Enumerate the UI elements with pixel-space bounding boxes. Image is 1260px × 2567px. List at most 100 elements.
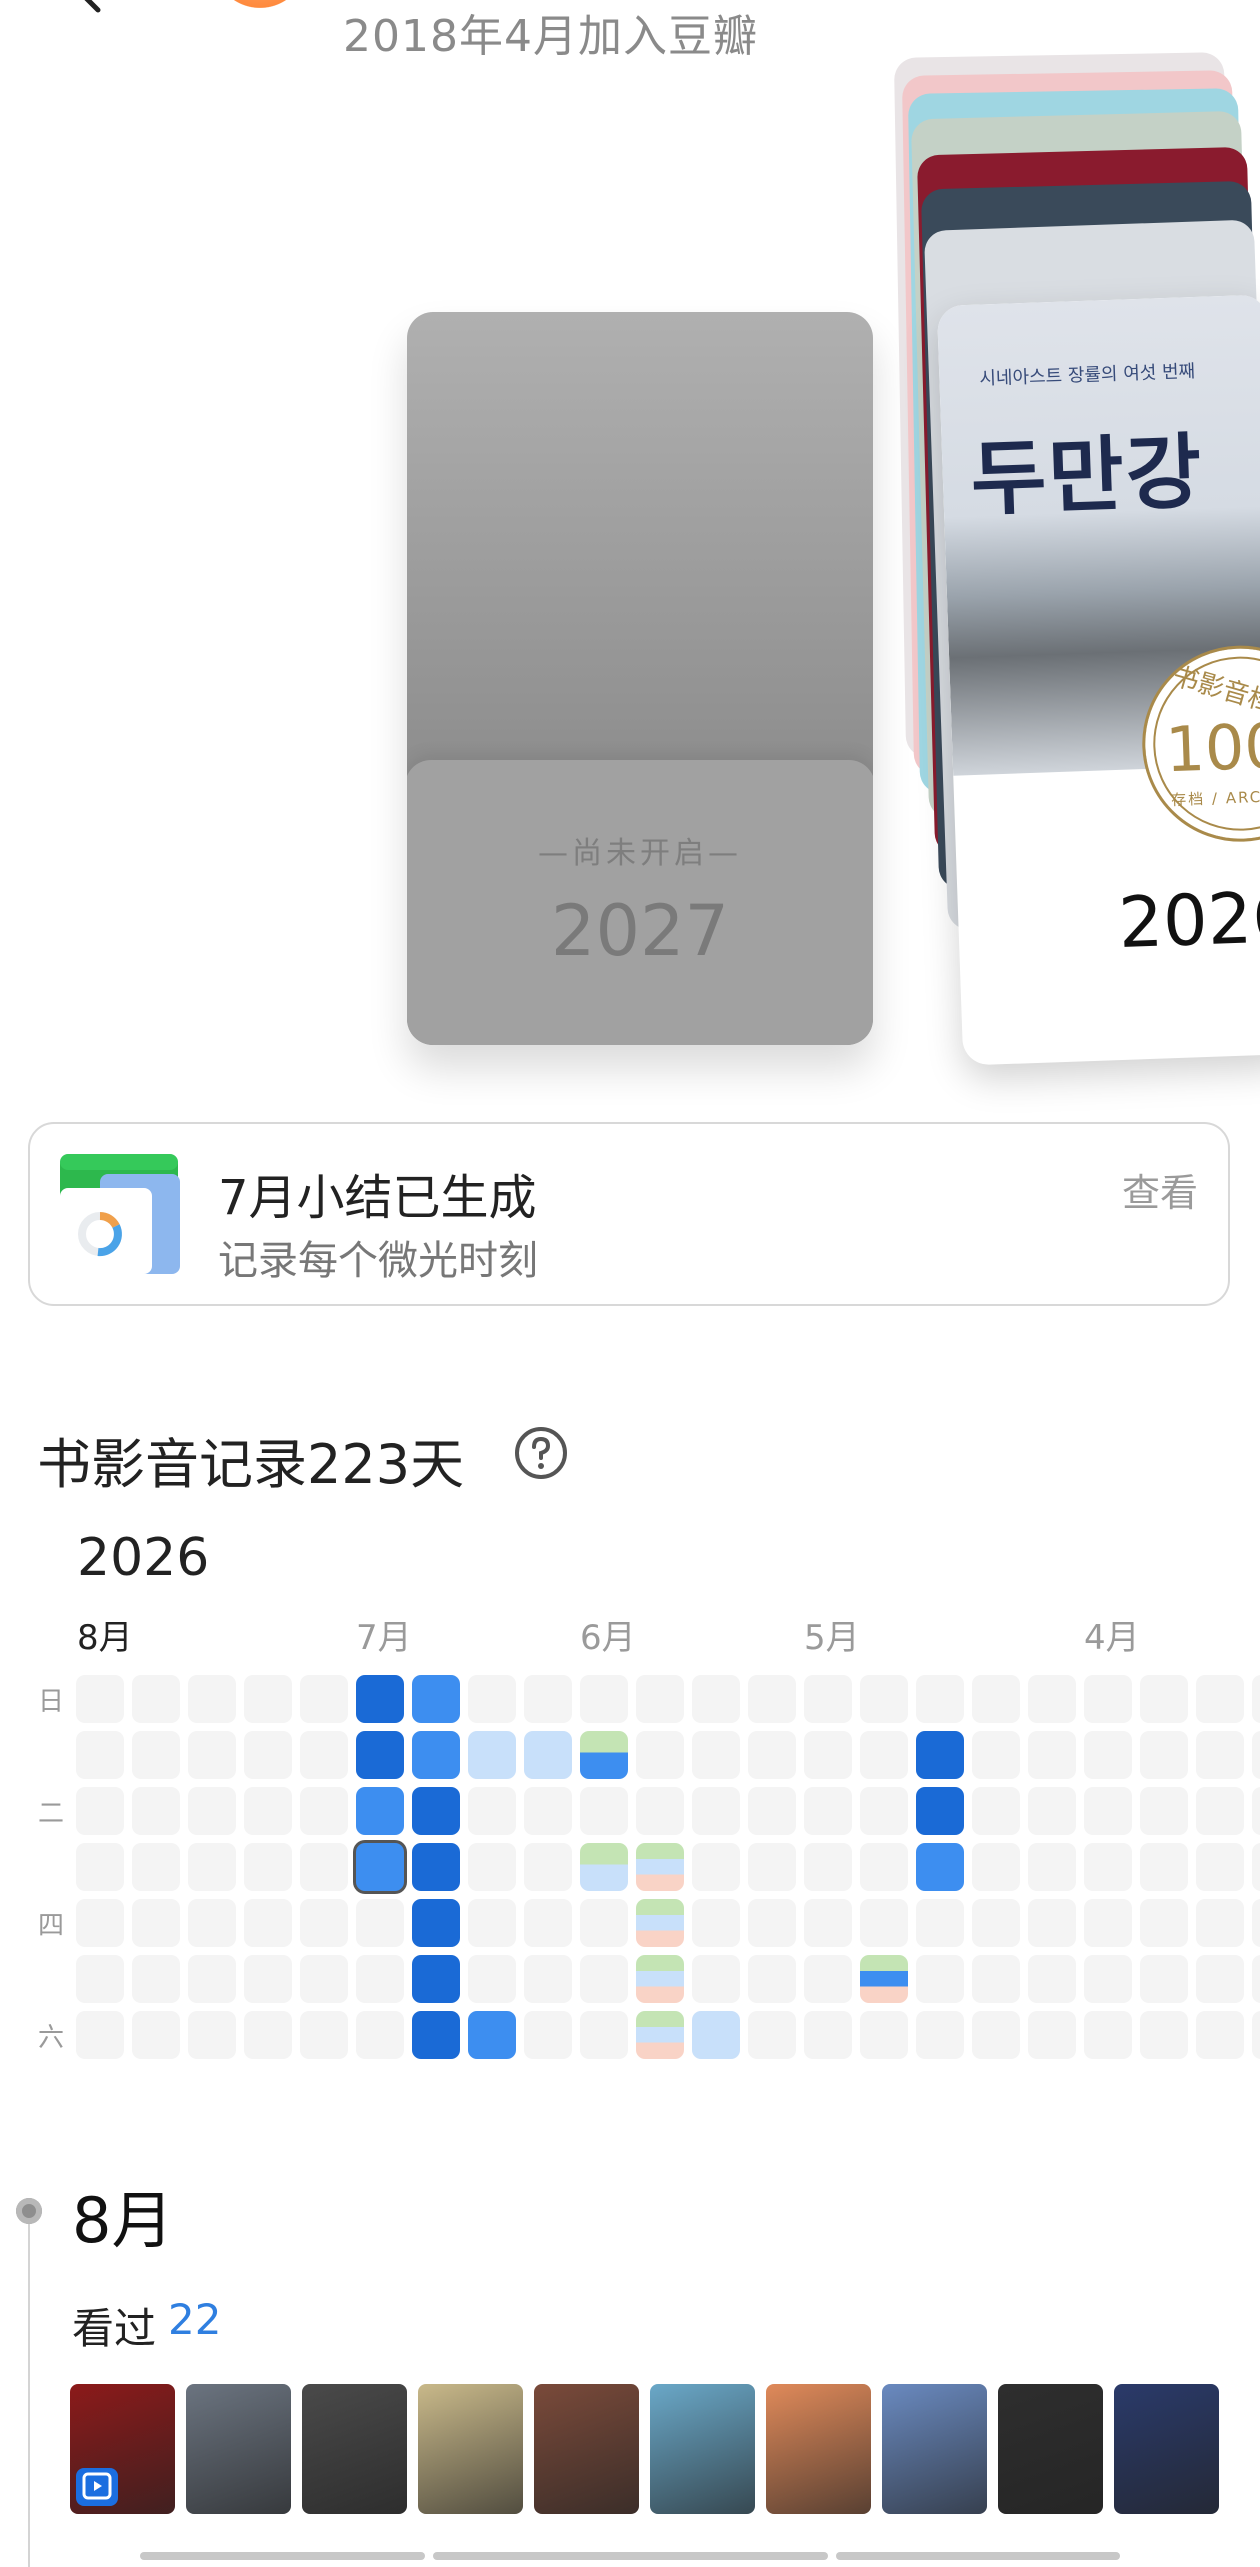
back-button[interactable]	[60, 0, 120, 20]
heatmap-cell[interactable]	[468, 1675, 516, 1723]
heatmap-cell[interactable]	[1196, 1899, 1244, 1947]
heatmap-cell[interactable]	[244, 1675, 292, 1723]
heatmap-cell[interactable]	[636, 1955, 684, 2003]
heatmap-cell[interactable]	[972, 1731, 1020, 1779]
heatmap-cell[interactable]	[580, 2011, 628, 2059]
heatmap-cell[interactable]	[1028, 1843, 1076, 1891]
poster-thumbnail[interactable]	[650, 2384, 755, 2514]
heatmap-cell[interactable]	[916, 1843, 964, 1891]
heatmap-cell[interactable]	[412, 2011, 460, 2059]
heatmap-cell[interactable]	[524, 1955, 572, 2003]
help-icon[interactable]	[513, 1425, 569, 1481]
heatmap-cell[interactable]	[76, 1899, 124, 1947]
year-card-2026-stack[interactable]: 시네아스트 장률의 여섯 번째 두만강 书影音档案 100 存档 / ARCHI…	[893, 52, 1260, 1066]
heatmap-cell[interactable]	[580, 1787, 628, 1835]
heatmap-cell[interactable]	[1140, 1787, 1188, 1835]
heatmap-cell[interactable]	[524, 1899, 572, 1947]
heatmap-cell[interactable]	[972, 1955, 1020, 2003]
heatmap-cell[interactable]	[580, 1899, 628, 1947]
heatmap-cell[interactable]	[188, 1955, 236, 2003]
heatmap-cell[interactable]	[244, 1955, 292, 2003]
heatmap-cell[interactable]	[1252, 1955, 1260, 2003]
heatmap-cell[interactable]	[972, 1675, 1020, 1723]
heatmap-cell[interactable]	[1084, 1899, 1132, 1947]
heatmap-cell[interactable]	[860, 1899, 908, 1947]
heatmap-cell[interactable]	[188, 1675, 236, 1723]
heatmap-cell[interactable]	[972, 1843, 1020, 1891]
heatmap-cell[interactable]	[468, 1787, 516, 1835]
heatmap-cell[interactable]	[916, 1787, 964, 1835]
poster-thumbnail[interactable]	[1114, 2384, 1219, 2514]
heatmap-cell[interactable]	[692, 1955, 740, 2003]
heatmap-cell[interactable]	[804, 1731, 852, 1779]
heatmap-cell[interactable]	[1140, 2011, 1188, 2059]
heatmap-cell[interactable]	[132, 1731, 180, 1779]
heatmap-cell[interactable]	[468, 1731, 516, 1779]
heatmap-cell[interactable]	[468, 1899, 516, 1947]
heatmap-cell[interactable]	[524, 2011, 572, 2059]
heatmap-cell[interactable]	[1252, 1675, 1260, 1723]
heatmap-cell[interactable]	[1140, 1955, 1188, 2003]
heatmap-cell[interactable]	[1084, 1675, 1132, 1723]
heatmap-cell[interactable]	[76, 1787, 124, 1835]
watched-count-link[interactable]: 22	[168, 2295, 221, 2344]
heatmap-cell[interactable]	[300, 1787, 348, 1835]
heatmap-cell[interactable]	[300, 1675, 348, 1723]
heatmap-cell[interactable]	[1196, 1787, 1244, 1835]
heatmap-cell[interactable]	[76, 2011, 124, 2059]
heatmap-cell[interactable]	[748, 1675, 796, 1723]
heatmap-cell[interactable]	[76, 1731, 124, 1779]
heatmap-cell[interactable]	[188, 1843, 236, 1891]
heatmap-cell[interactable]	[860, 2011, 908, 2059]
heatmap-cell[interactable]	[636, 1675, 684, 1723]
heatmap-cell[interactable]	[244, 1787, 292, 1835]
heatmap-cell[interactable]	[636, 1899, 684, 1947]
heatmap-cell[interactable]	[804, 1899, 852, 1947]
heatmap-cell[interactable]	[356, 1899, 404, 1947]
heatmap-cell[interactable]	[804, 2011, 852, 2059]
heatmap-cell[interactable]	[524, 1787, 572, 1835]
heatmap-cell[interactable]	[412, 1955, 460, 2003]
heatmap-cell[interactable]	[188, 1731, 236, 1779]
poster-thumbnail[interactable]	[186, 2384, 291, 2514]
heatmap-cell[interactable]	[132, 1899, 180, 1947]
heatmap-cell[interactable]	[692, 1675, 740, 1723]
heatmap-cell[interactable]	[468, 1955, 516, 2003]
heatmap-cell[interactable]	[1084, 1843, 1132, 1891]
poster-thumbnail[interactable]	[70, 2384, 175, 2514]
heatmap-cell[interactable]	[1028, 1675, 1076, 1723]
heatmap-cell[interactable]	[356, 1787, 404, 1835]
heatmap-cell[interactable]	[1252, 1787, 1260, 1835]
heatmap-cell[interactable]	[524, 1675, 572, 1723]
heatmap-cell[interactable]	[972, 1787, 1020, 1835]
heatmap-cell[interactable]	[1028, 1731, 1076, 1779]
heatmap-cell[interactable]	[916, 2011, 964, 2059]
heatmap-cell[interactable]	[1140, 1731, 1188, 1779]
heatmap-cell[interactable]	[636, 1843, 684, 1891]
heatmap-cell[interactable]	[412, 1675, 460, 1723]
heatmap-cell[interactable]	[1028, 1899, 1076, 1947]
poster-thumbnail[interactable]	[998, 2384, 1103, 2514]
heatmap-cell[interactable]	[244, 2011, 292, 2059]
heatmap-cell[interactable]	[244, 1843, 292, 1891]
poster-thumbnail[interactable]	[418, 2384, 523, 2514]
heatmap-cell[interactable]	[1084, 1955, 1132, 2003]
heatmap-cell[interactable]	[356, 1731, 404, 1779]
heatmap-cell[interactable]	[524, 1731, 572, 1779]
heatmap-cell[interactable]	[916, 1899, 964, 1947]
heatmap-cell[interactable]	[1028, 1787, 1076, 1835]
heatmap-cell[interactable]	[524, 1843, 572, 1891]
heatmap-cell[interactable]	[692, 1899, 740, 1947]
heatmap-cell[interactable]	[692, 1787, 740, 1835]
heatmap-cell[interactable]	[916, 1731, 964, 1779]
heatmap-cell[interactable]	[636, 2011, 684, 2059]
heatmap-cell[interactable]	[1252, 1899, 1260, 1947]
heatmap-cell[interactable]	[1084, 2011, 1132, 2059]
heatmap-cell[interactable]	[748, 1787, 796, 1835]
heatmap-cell[interactable]	[1028, 1955, 1076, 2003]
heatmap-cell[interactable]	[972, 1899, 1020, 1947]
heatmap-cell[interactable]	[636, 1731, 684, 1779]
heatmap-cell[interactable]	[1140, 1899, 1188, 1947]
heatmap-cell[interactable]	[132, 2011, 180, 2059]
heatmap-cell[interactable]	[580, 1843, 628, 1891]
